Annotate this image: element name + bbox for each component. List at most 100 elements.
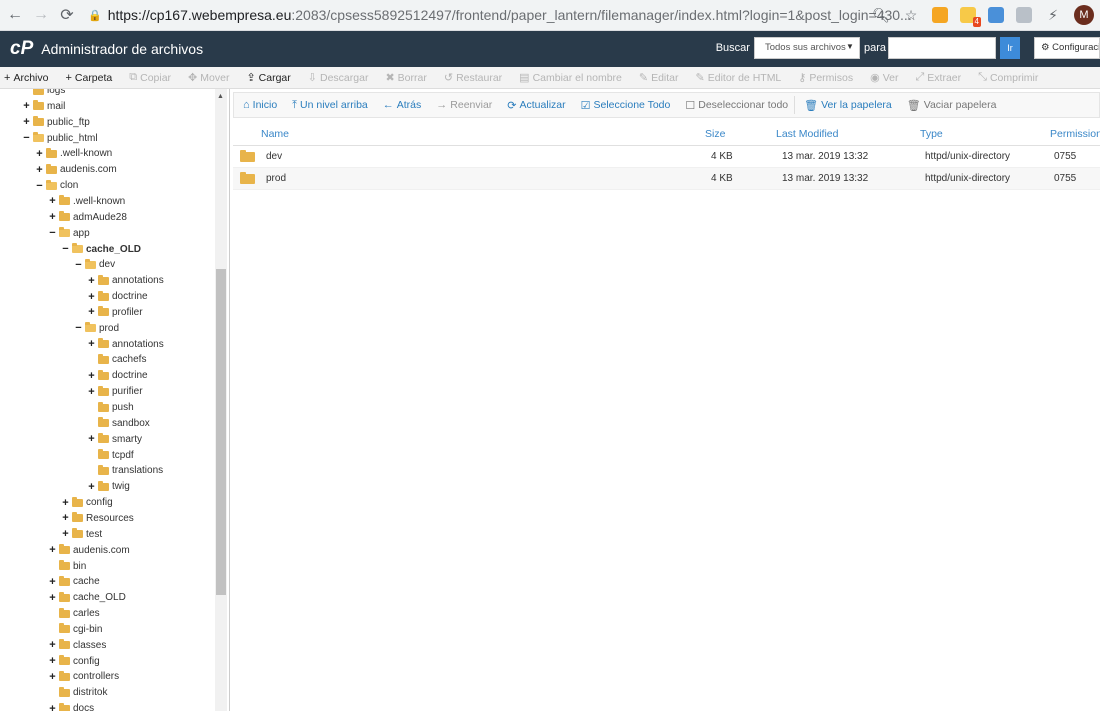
view-trash-button[interactable]: 🗑 Ver la papelera bbox=[804, 99, 892, 112]
tree-scrollbar[interactable]: ▲ bbox=[215, 89, 227, 711]
select-all-button[interactable]: ☑ Seleccione Todo bbox=[581, 99, 671, 112]
download-button[interactable]: ⇩ Descargar bbox=[308, 71, 369, 85]
tree-item[interactable]: push bbox=[87, 400, 134, 415]
collapse-icon[interactable]: − bbox=[74, 259, 83, 271]
column-header-type[interactable]: Type bbox=[920, 128, 943, 140]
move-button[interactable]: ✥ Mover bbox=[188, 71, 229, 85]
tree-item[interactable]: + twig bbox=[87, 479, 130, 494]
back-arrow-icon[interactable]: ← bbox=[4, 6, 26, 24]
expand-icon[interactable]: + bbox=[48, 576, 57, 588]
analytics-extension-icon[interactable] bbox=[932, 7, 948, 23]
expand-icon[interactable]: + bbox=[48, 211, 57, 223]
expand-icon[interactable]: + bbox=[35, 148, 44, 160]
delete-button[interactable]: ✖ Borrar bbox=[385, 71, 426, 85]
restore-button[interactable]: ↺ Restaurar bbox=[444, 71, 502, 85]
expand-icon[interactable]: + bbox=[61, 512, 70, 524]
profile-avatar[interactable]: M bbox=[1074, 5, 1094, 25]
search-scope-select[interactable]: Todos sus archivos ▼ bbox=[753, 37, 860, 59]
tree-item[interactable]: distritok bbox=[48, 685, 107, 700]
expand-icon[interactable]: + bbox=[87, 386, 96, 398]
settings-button[interactable]: ⚙ Configuración bbox=[1034, 37, 1100, 59]
tree-item[interactable]: cachefs bbox=[87, 352, 146, 367]
address-bar[interactable]: https://cp167.webempresa.eu:2083/cpsess5… bbox=[108, 7, 912, 23]
tree-item[interactable]: + docs bbox=[48, 701, 94, 711]
tree-item[interactable]: + audenis.com bbox=[35, 162, 117, 177]
tree-item[interactable]: + doctrine bbox=[87, 289, 148, 304]
upload-button[interactable]: ⇪ Cargar bbox=[246, 71, 290, 85]
new-folder-button[interactable]: + Carpeta bbox=[65, 72, 112, 84]
tree-item[interactable]: + audenis.com bbox=[48, 543, 130, 558]
rename-button[interactable]: ▤ Cambiar el nombre bbox=[519, 71, 622, 85]
tree-item[interactable]: + smarty bbox=[87, 432, 142, 447]
tree-item[interactable]: bin bbox=[48, 559, 86, 574]
extract-button[interactable]: ⤢ Extraer bbox=[915, 71, 961, 84]
screen-extension-icon[interactable] bbox=[988, 7, 1004, 23]
expand-icon[interactable]: + bbox=[22, 100, 31, 112]
tree-item[interactable]: tcpdf bbox=[87, 448, 134, 463]
tree-item[interactable]: + purifier bbox=[87, 384, 143, 399]
tree-item[interactable]: + cache bbox=[48, 574, 100, 589]
up-one-level-button[interactable]: ⤒ Un nivel arriba bbox=[292, 99, 368, 112]
column-header-size[interactable]: Size bbox=[705, 128, 725, 140]
column-header-permissions[interactable]: Permissions bbox=[1050, 128, 1100, 140]
deselect-all-button[interactable]: ☐ Deseleccionar todo bbox=[685, 99, 788, 112]
view-button[interactable]: ◉ Ver bbox=[870, 71, 898, 85]
tree-item[interactable]: + config bbox=[48, 654, 100, 669]
table-row[interactable]: prod 4 KB 13 mar. 2019 13:32 httpd/unix-dir… bbox=[233, 168, 1100, 190]
expand-icon[interactable]: + bbox=[87, 306, 96, 318]
tree-item[interactable]: + admAude28 bbox=[48, 210, 127, 225]
tree-item[interactable]: − clon bbox=[35, 178, 78, 193]
permissions-button[interactable]: ⚷ Permisos bbox=[798, 71, 853, 85]
forward-button[interactable]: → Reenviar bbox=[436, 99, 492, 111]
cpanel-logo[interactable]: cP bbox=[10, 38, 33, 60]
compress-button[interactable]: ⤡ Comprimir bbox=[978, 71, 1038, 84]
collapse-icon[interactable]: − bbox=[22, 132, 31, 144]
expand-icon[interactable]: + bbox=[87, 338, 96, 350]
skype-extension-icon[interactable] bbox=[1016, 7, 1032, 23]
lock-icon[interactable]: 🔒 bbox=[88, 9, 102, 22]
zoom-icon[interactable]: 🔍︎ bbox=[872, 7, 890, 24]
collapse-icon[interactable]: − bbox=[48, 227, 57, 239]
search-input[interactable] bbox=[888, 37, 996, 59]
expand-icon[interactable]: + bbox=[48, 703, 57, 711]
empty-trash-button[interactable]: 🗑 Vaciar papelera bbox=[907, 99, 997, 112]
table-row[interactable]: dev 4 KB 13 mar. 2019 13:32 httpd/unix-dire… bbox=[233, 146, 1100, 168]
tree-item[interactable]: + .well-known bbox=[48, 194, 125, 209]
collapse-icon[interactable]: − bbox=[35, 180, 44, 192]
forward-arrow-icon[interactable]: → bbox=[30, 6, 52, 24]
expand-icon[interactable]: + bbox=[22, 116, 31, 128]
expand-icon[interactable]: + bbox=[48, 655, 57, 667]
tree-item[interactable]: + config bbox=[61, 495, 113, 510]
tree-item[interactable]: + doctrine bbox=[87, 368, 148, 383]
tree-item[interactable]: + classes bbox=[48, 638, 106, 653]
tree-item[interactable]: − dev bbox=[74, 257, 115, 272]
tree-item[interactable]: logs bbox=[22, 89, 65, 98]
search-go-button[interactable]: Ir bbox=[1000, 37, 1020, 59]
tree-item[interactable]: + annotations bbox=[87, 337, 164, 352]
tree-item[interactable]: + Resources bbox=[61, 511, 134, 526]
expand-icon[interactable]: + bbox=[48, 195, 57, 207]
copy-button[interactable]: ⧉ Copiar bbox=[129, 71, 171, 84]
tree-item[interactable]: + test bbox=[61, 527, 102, 542]
column-header-name[interactable]: Name bbox=[261, 128, 289, 140]
new-file-button[interactable]: + Archivo bbox=[4, 72, 48, 84]
edit-button[interactable]: ✎ Editar bbox=[639, 71, 679, 85]
tree-item[interactable]: + controllers bbox=[48, 669, 119, 684]
expand-icon[interactable]: + bbox=[61, 528, 70, 540]
bolt-extension-icon[interactable]: ⚡︎ bbox=[1044, 7, 1062, 24]
collapse-icon[interactable]: − bbox=[61, 243, 70, 255]
tree-item[interactable]: + public_ftp bbox=[22, 115, 90, 130]
expand-icon[interactable]: + bbox=[87, 433, 96, 445]
expand-icon[interactable]: + bbox=[48, 592, 57, 604]
scroll-up-arrow-icon[interactable]: ▲ bbox=[217, 93, 224, 100]
back-button[interactable]: ← Atrás bbox=[383, 99, 422, 111]
expand-icon[interactable]: + bbox=[87, 291, 96, 303]
tree-item[interactable]: − prod bbox=[74, 321, 119, 336]
expand-icon[interactable]: + bbox=[48, 639, 57, 651]
html-editor-button[interactable]: ✎ Editor de HTML bbox=[696, 71, 782, 85]
tree-item[interactable]: carles bbox=[48, 606, 100, 621]
tree-item[interactable]: − public_html bbox=[22, 131, 98, 146]
tree-item[interactable]: cgi-bin bbox=[48, 622, 102, 637]
reload-icon[interactable]: ⟳ bbox=[56, 5, 78, 25]
tree-item[interactable]: − cache_OLD bbox=[61, 242, 141, 257]
